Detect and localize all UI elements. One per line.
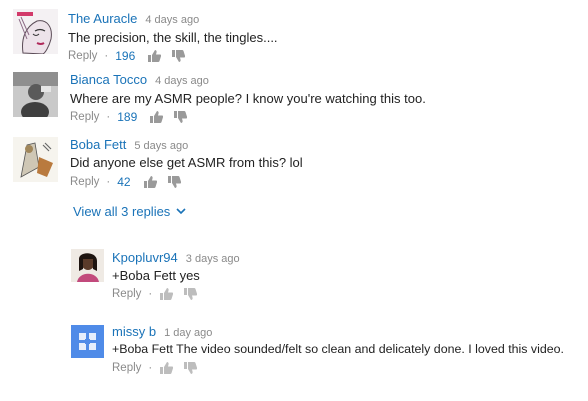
illustrated-face-avatar-icon <box>13 9 58 54</box>
reply-button[interactable]: Reply <box>112 362 141 374</box>
avatar[interactable] <box>71 249 104 282</box>
timestamp[interactable]: 4 days ago <box>155 75 209 87</box>
photo-avatar-icon <box>13 72 58 117</box>
reply-button[interactable]: Reply <box>68 50 97 62</box>
thumbs-down-icon[interactable] <box>167 176 181 188</box>
thumbs-up-icon[interactable] <box>149 111 164 123</box>
view-replies-label[interactable]: View all 3 replies <box>73 204 170 219</box>
separator-dot: · <box>106 111 111 123</box>
separator-dot: · <box>106 176 111 188</box>
thumbs-down-icon[interactable] <box>173 111 188 123</box>
separator-dot: · <box>104 50 109 62</box>
separator-dot: · <box>148 362 153 374</box>
reply-button[interactable]: Reply <box>70 176 99 188</box>
avatar[interactable] <box>13 9 58 54</box>
comment-author[interactable]: Boba Fett 5 days ago <box>70 137 188 152</box>
chevron-down-icon <box>176 208 186 215</box>
comment-text: +Boba Fett yes <box>112 268 200 283</box>
comment-text: Where are my ASMR people? I know you're … <box>70 91 426 106</box>
like-count: 196 <box>115 49 136 63</box>
comment-author[interactable]: The Auracle 4 days ago <box>68 11 199 26</box>
comment-actions: Reply · 189 <box>70 110 197 124</box>
thumbs-up-icon[interactable] <box>147 50 162 62</box>
separator-dot: · <box>148 288 153 300</box>
avatar[interactable] <box>13 137 58 182</box>
reply-button[interactable]: Reply <box>70 111 99 123</box>
thumbs-up-icon[interactable] <box>143 176 157 188</box>
comment-actions: Reply · <box>112 288 207 300</box>
timestamp[interactable]: 4 days ago <box>145 14 199 26</box>
default-blue-avatar-icon <box>71 325 104 358</box>
author-name[interactable]: missy b <box>112 324 156 339</box>
timestamp[interactable]: 1 day ago <box>164 327 212 339</box>
comment-text: The precision, the skill, the tingles...… <box>68 30 278 45</box>
like-count: 189 <box>117 110 138 124</box>
thumbs-down-icon[interactable] <box>183 362 198 374</box>
author-name[interactable]: Boba Fett <box>70 137 126 152</box>
view-all-replies-link[interactable]: View all 3 replies <box>73 204 186 219</box>
comment-actions: Reply · <box>112 362 207 374</box>
author-name[interactable]: The Auracle <box>68 11 137 26</box>
thumbs-up-icon[interactable] <box>159 288 174 300</box>
comment-author[interactable]: Kpopluvr94 3 days ago <box>112 250 240 265</box>
author-name[interactable]: Bianca Tocco <box>70 72 147 87</box>
avatar[interactable] <box>13 72 58 117</box>
thumbs-down-icon[interactable] <box>183 288 198 300</box>
avatar[interactable] <box>71 325 104 358</box>
profile-photo-avatar-icon <box>71 249 104 282</box>
timestamp[interactable]: 5 days ago <box>134 140 188 152</box>
comment-author[interactable]: Bianca Tocco 4 days ago <box>70 72 209 87</box>
reply-button[interactable]: Reply <box>112 288 141 300</box>
comment-actions: Reply · 42 <box>70 175 191 189</box>
comment-author[interactable]: missy b 1 day ago <box>112 324 212 339</box>
thumbs-up-icon[interactable] <box>159 362 174 374</box>
timestamp[interactable]: 3 days ago <box>186 253 240 265</box>
like-count: 42 <box>117 175 131 189</box>
comment-actions: Reply · 196 <box>68 49 195 63</box>
comment-text: Did anyone else get ASMR from this? lol <box>70 155 303 170</box>
author-name[interactable]: Kpopluvr94 <box>112 250 178 265</box>
comment-text: +Boba Fett The video sounded/felt so cle… <box>112 342 564 356</box>
cartoon-figure-avatar-icon <box>13 137 58 182</box>
thumbs-down-icon[interactable] <box>171 50 186 62</box>
